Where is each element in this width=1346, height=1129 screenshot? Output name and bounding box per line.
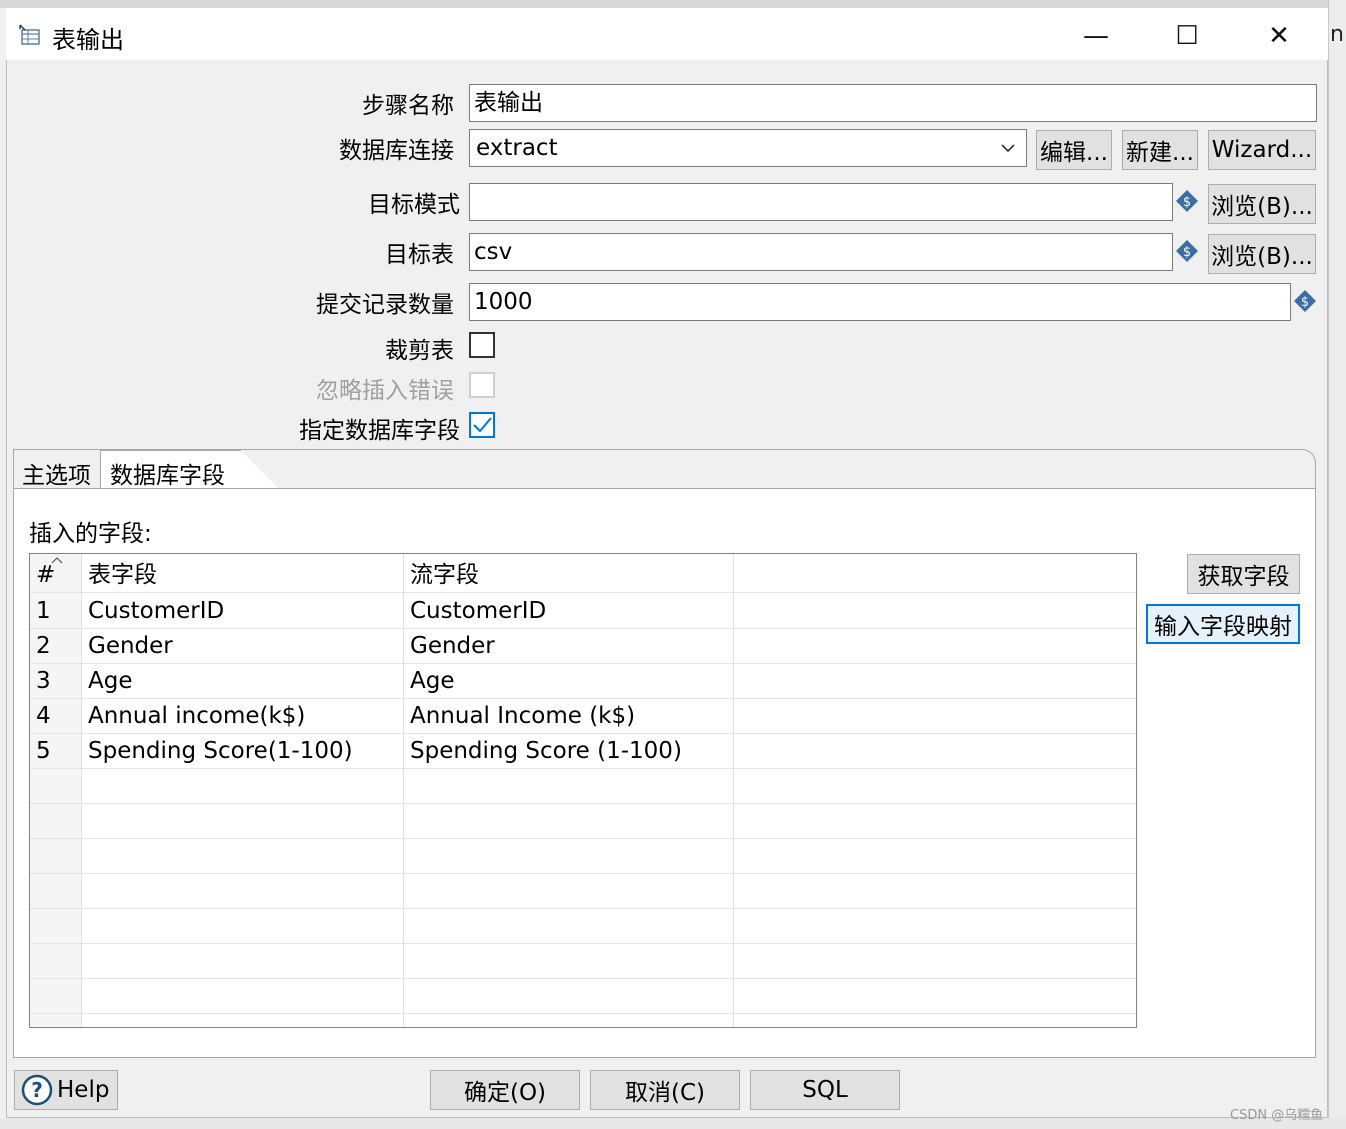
- background-app-right-edge: [1328, 0, 1346, 1129]
- empty-table-row[interactable]: [30, 769, 1136, 804]
- table-field-cell[interactable]: Gender: [82, 629, 173, 664]
- row-number: 4: [36, 703, 51, 729]
- variable-icon: $: [1176, 190, 1198, 212]
- watermark: CSDN @乌糯鱼: [1230, 1108, 1324, 1123]
- cancel-button[interactable]: 取消(C): [590, 1070, 740, 1110]
- background-app-strip: [0, 0, 1346, 8]
- sql-button[interactable]: SQL: [750, 1070, 900, 1110]
- empty-table-row[interactable]: [30, 944, 1136, 979]
- row-number: 1: [36, 598, 51, 624]
- fields-table[interactable]: # 表字段 流字段 1 CustomerID CustomerID 2 Gend…: [29, 553, 1137, 1028]
- empty-table-row[interactable]: [30, 804, 1136, 839]
- close-button[interactable]: ✕: [1249, 14, 1309, 58]
- ignore-errors-checkbox[interactable]: [469, 372, 495, 398]
- target-schema-label: 目标模式: [368, 192, 460, 218]
- close-icon: ✕: [1268, 21, 1290, 51]
- table-header-row: # 表字段 流字段: [30, 557, 1136, 593]
- empty-table-row[interactable]: [30, 909, 1136, 944]
- svg-text:?: ?: [31, 1078, 43, 1102]
- map-fields-button[interactable]: 输入字段映射: [1146, 604, 1300, 644]
- variable-icon: $: [1176, 240, 1198, 262]
- table-row[interactable]: 2 Gender Gender: [30, 629, 1136, 664]
- target-table-label: 目标表: [385, 242, 454, 268]
- stream-field-cell[interactable]: Gender: [404, 629, 495, 664]
- table-row[interactable]: 4 Annual income(k$) Annual Income (k$): [30, 699, 1136, 734]
- row-number: 5: [36, 738, 51, 764]
- svg-text:$: $: [1183, 245, 1191, 260]
- table-field-cell[interactable]: Age: [82, 664, 132, 699]
- step-name-label: 步骤名称: [362, 93, 454, 119]
- tab-database-fields[interactable]: 数据库字段: [110, 456, 225, 490]
- help-button[interactable]: ? Help: [14, 1070, 118, 1110]
- background-app-bottom-edge: [0, 1118, 1346, 1129]
- tab-main-options[interactable]: 主选项: [22, 456, 91, 490]
- edit-connection-button[interactable]: 编辑...: [1036, 130, 1112, 170]
- title-bar: [6, 8, 1328, 60]
- browse-table-button[interactable]: 浏览(B)...: [1208, 234, 1316, 274]
- new-connection-button[interactable]: 新建...: [1122, 130, 1198, 170]
- column-header-stream-field[interactable]: 流字段: [404, 558, 479, 593]
- window-title: 表输出: [52, 26, 124, 54]
- svg-text:$: $: [1183, 195, 1191, 210]
- target-table-input[interactable]: csv: [469, 233, 1173, 271]
- checkmark-icon: [473, 417, 492, 433]
- db-connection-value: extract: [476, 135, 558, 161]
- background-app-text: nis: [1330, 22, 1346, 47]
- ok-button[interactable]: 确定(O): [430, 1070, 580, 1110]
- minimize-button[interactable]: —: [1066, 14, 1126, 58]
- target-schema-input[interactable]: [469, 183, 1173, 221]
- get-fields-button[interactable]: 获取字段: [1187, 554, 1300, 594]
- table-row[interactable]: 5 Spending Score(1-100) Spending Score (…: [30, 734, 1136, 769]
- specify-fields-label: 指定数据库字段: [299, 418, 460, 444]
- stream-field-cell[interactable]: Spending Score (1-100): [404, 734, 682, 769]
- row-number: 2: [36, 633, 51, 659]
- help-icon: ?: [21, 1074, 53, 1106]
- table-row[interactable]: 3 Age Age: [30, 664, 1136, 699]
- db-connection-select[interactable]: extract: [469, 129, 1027, 167]
- stream-field-cell[interactable]: CustomerID: [404, 594, 546, 629]
- stream-field-cell[interactable]: Age: [404, 664, 454, 699]
- empty-table-row[interactable]: [30, 979, 1136, 1014]
- db-connection-label: 数据库连接: [339, 138, 454, 164]
- truncate-checkbox[interactable]: [469, 332, 495, 358]
- help-label: Help: [57, 1077, 110, 1103]
- wizard-button[interactable]: Wizard...: [1208, 130, 1316, 170]
- variable-icon: $: [1294, 290, 1316, 312]
- fields-panel-title: 插入的字段:: [29, 521, 152, 547]
- sort-arrow-icon: [51, 557, 63, 564]
- table-row[interactable]: 1 CustomerID CustomerID: [30, 594, 1136, 629]
- specify-fields-checkbox[interactable]: [469, 412, 495, 438]
- ignore-errors-label: 忽略插入错误: [316, 378, 454, 404]
- column-header-table-field[interactable]: 表字段: [82, 558, 157, 593]
- stream-field-cell[interactable]: Annual Income (k$): [404, 699, 635, 734]
- step-name-input[interactable]: 表输出: [469, 84, 1317, 122]
- maximize-icon: ☐: [1175, 21, 1199, 51]
- row-number: 3: [36, 668, 51, 694]
- table-field-cell[interactable]: Annual income(k$): [82, 699, 305, 734]
- table-field-cell[interactable]: CustomerID: [82, 594, 224, 629]
- maximize-button[interactable]: ☐: [1157, 14, 1217, 58]
- minimize-icon: —: [1083, 21, 1109, 51]
- truncate-label: 裁剪表: [385, 338, 454, 364]
- commit-size-input[interactable]: 1000: [469, 283, 1291, 321]
- browse-schema-button[interactable]: 浏览(B)...: [1208, 184, 1316, 224]
- empty-table-row[interactable]: [30, 839, 1136, 874]
- table-output-icon: [19, 24, 40, 45]
- chevron-down-icon: [1001, 144, 1015, 153]
- svg-text:$: $: [1301, 295, 1309, 310]
- table-field-cell[interactable]: Spending Score(1-100): [82, 734, 353, 769]
- empty-table-row[interactable]: [30, 874, 1136, 909]
- commit-size-label: 提交记录数量: [316, 292, 454, 318]
